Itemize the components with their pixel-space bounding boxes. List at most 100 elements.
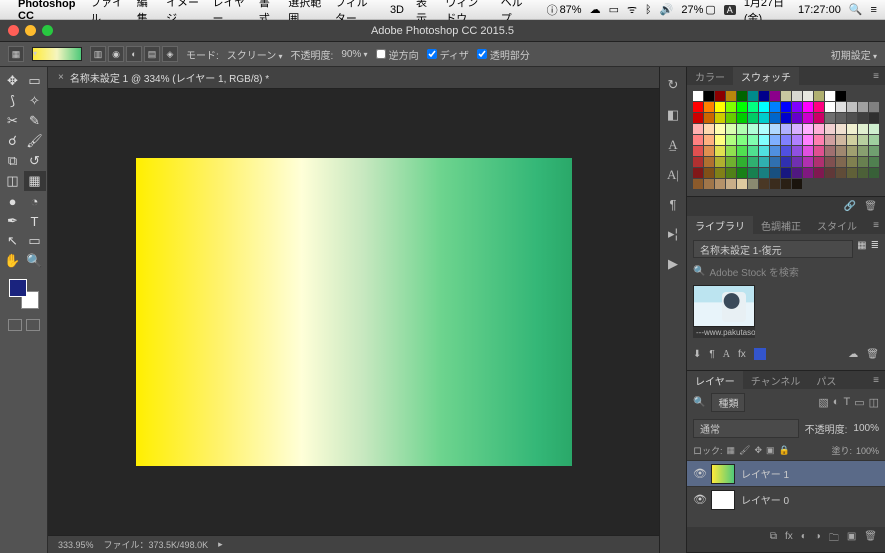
swatch[interactable]	[803, 102, 813, 112]
healing-tool-icon[interactable]: ☌	[2, 131, 24, 151]
swatch[interactable]	[759, 157, 769, 167]
swatch[interactable]	[847, 124, 857, 134]
diamond-gradient-icon[interactable]: ◈	[162, 46, 178, 62]
actions-panel-icon[interactable]: ▸¦	[668, 226, 678, 242]
swatch[interactable]	[836, 124, 846, 134]
swatch[interactable]	[781, 179, 791, 189]
swatch[interactable]	[693, 91, 703, 101]
swatch[interactable]	[704, 179, 714, 189]
add-text-style-icon[interactable]: A	[723, 349, 730, 360]
swatch[interactable]	[748, 91, 758, 101]
swatch[interactable]	[704, 157, 714, 167]
swatch[interactable]	[770, 135, 780, 145]
properties-panel-icon[interactable]: ◧	[667, 107, 679, 123]
spotlight-icon[interactable]: 🔍	[849, 3, 863, 16]
swatch[interactable]	[836, 91, 846, 101]
swatch[interactable]	[781, 102, 791, 112]
workspace-select[interactable]: 初期設定	[831, 47, 877, 62]
canvas[interactable]	[136, 158, 572, 466]
quickmask-icon[interactable]	[8, 319, 22, 331]
swatch[interactable]	[770, 157, 780, 167]
swatch[interactable]	[715, 113, 725, 123]
trash-icon[interactable]: 🗑	[864, 201, 877, 212]
panel-menu-icon[interactable]: ≡	[867, 220, 885, 231]
swatch[interactable]	[737, 157, 747, 167]
hand-tool-icon[interactable]: ✋	[2, 251, 24, 271]
swatch[interactable]	[770, 168, 780, 178]
swatch[interactable]	[715, 124, 725, 134]
swatch[interactable]	[814, 168, 824, 178]
panel-menu-icon[interactable]: ≡	[867, 375, 885, 386]
input-source[interactable]: A	[724, 5, 736, 15]
swatch[interactable]	[781, 113, 791, 123]
layer-name[interactable]: レイヤー 0	[741, 492, 789, 507]
filter-type-icon[interactable]: T	[843, 396, 850, 409]
swatch[interactable]	[825, 102, 835, 112]
swatch[interactable]	[737, 91, 747, 101]
link-icon[interactable]: 🔗	[844, 201, 856, 212]
add-char-style-icon[interactable]: ¶	[709, 349, 714, 360]
swatch[interactable]	[781, 146, 791, 156]
layer-name[interactable]: レイヤー 1	[741, 466, 789, 481]
swatch[interactable]	[704, 124, 714, 134]
list-view-icon[interactable]: ≣	[871, 240, 879, 258]
lock-all-icon[interactable]: 🔒	[779, 445, 790, 456]
swatch[interactable]	[726, 91, 736, 101]
swatch[interactable]	[825, 168, 835, 178]
swatch[interactable]	[770, 113, 780, 123]
swatch[interactable]	[693, 135, 703, 145]
swatch[interactable]	[715, 102, 725, 112]
swatch[interactable]	[847, 146, 857, 156]
filter-adjust-icon[interactable]: ◐	[833, 396, 840, 409]
swatch[interactable]	[836, 146, 846, 156]
swatch[interactable]	[737, 135, 747, 145]
grid-view-icon[interactable]: ▦	[857, 240, 866, 258]
swatch[interactable]	[803, 91, 813, 101]
swatch[interactable]	[748, 179, 758, 189]
foreground-color[interactable]	[9, 279, 27, 297]
volume-icon[interactable]: 🔊	[660, 3, 674, 16]
swatch[interactable]	[792, 146, 802, 156]
swatch[interactable]	[825, 146, 835, 156]
swatch[interactable]	[715, 146, 725, 156]
lasso-tool-icon[interactable]: ⟆	[2, 91, 24, 111]
swatch[interactable]	[847, 157, 857, 167]
swatch[interactable]	[759, 179, 769, 189]
minimize-window-button[interactable]	[25, 25, 36, 36]
swatch[interactable]	[803, 157, 813, 167]
swatch[interactable]	[847, 113, 857, 123]
swatch[interactable]	[715, 135, 725, 145]
swatch[interactable]	[715, 179, 725, 189]
close-window-button[interactable]	[8, 25, 19, 36]
swatch[interactable]	[770, 124, 780, 134]
swatch[interactable]	[770, 102, 780, 112]
status-arrow-icon[interactable]: ▸	[218, 539, 223, 550]
zoom-window-button[interactable]	[42, 25, 53, 36]
swatch[interactable]	[748, 113, 758, 123]
move-tool-icon[interactable]: ✥	[2, 71, 24, 91]
swatch[interactable]	[792, 179, 802, 189]
swatch[interactable]	[704, 135, 714, 145]
swatch-grid[interactable]	[687, 85, 885, 196]
swatch[interactable]	[836, 102, 846, 112]
layer-thumbnail[interactable]	[711, 464, 735, 484]
history-brush-tool-icon[interactable]: ↺	[24, 151, 46, 171]
swatch[interactable]	[737, 102, 747, 112]
swatch[interactable]	[792, 135, 802, 145]
swatch[interactable]	[814, 124, 824, 134]
add-layer-style-icon[interactable]: fx	[738, 349, 746, 360]
swatch[interactable]	[748, 157, 758, 167]
swatch[interactable]	[693, 179, 703, 189]
lib-trash-icon[interactable]: 🗑	[866, 349, 879, 360]
notification-icon[interactable]: ≡	[871, 4, 877, 16]
new-layer-icon[interactable]: ▣	[847, 531, 856, 548]
swatch[interactable]	[792, 102, 802, 112]
link-layers-icon[interactable]: ⧉	[770, 531, 777, 548]
swatch[interactable]	[858, 135, 868, 145]
pen-tool-icon[interactable]: ✒	[2, 211, 24, 231]
swatch[interactable]	[715, 157, 725, 167]
lock-artboard-icon[interactable]: ▣	[766, 445, 775, 456]
swatch[interactable]	[737, 179, 747, 189]
swatch[interactable]	[792, 113, 802, 123]
layers-tab[interactable]: レイヤー	[687, 371, 743, 389]
